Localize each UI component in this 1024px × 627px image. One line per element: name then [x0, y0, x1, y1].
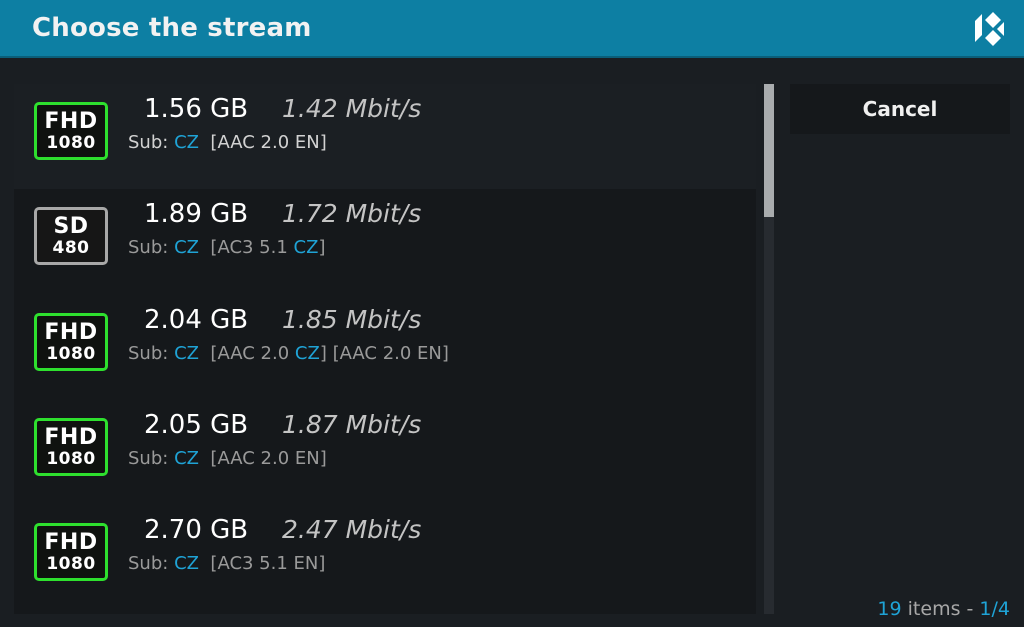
- stream-list-item[interactable]: SD 480 1.89 GB 1.72 Mbit/s Sub: CZ [AC3 …: [14, 189, 756, 294]
- stream-size: 2.70 GB: [144, 515, 249, 545]
- stream-list-item[interactable]: FHD 1080 1.56 GB 1.42 Mbit/s Sub: CZ [AA…: [14, 84, 756, 189]
- stream-bitrate: 1.72 Mbit/s: [282, 199, 422, 228]
- stream-size: 2.04 GB: [144, 305, 249, 335]
- stream-bitrate: 1.85 Mbit/s: [282, 305, 422, 334]
- stream-details: Sub: CZ [AC3 5.1 CZ]: [128, 237, 326, 258]
- list-scrollbar[interactable]: [764, 84, 774, 614]
- stream-details: Sub: CZ [AC3 5.1 EN]: [128, 553, 326, 574]
- items-counter: 19 items - 1/4: [877, 598, 1010, 620]
- stream-size: 1.89 GB: [144, 199, 249, 229]
- fhd-1080-badge-icon: FHD 1080: [34, 418, 108, 476]
- stream-list-item[interactable]: FHD 1080 2.05 GB 1.87 Mbit/s Sub: CZ [AA…: [14, 400, 756, 505]
- cancel-button[interactable]: Cancel: [790, 84, 1010, 134]
- kodi-logo-icon: [975, 12, 1004, 46]
- stream-bitrate: 1.42 Mbit/s: [282, 94, 422, 123]
- stream-list-item[interactable]: FHD 1080 2.70 GB 2.47 Mbit/s Sub: CZ [AC…: [14, 505, 756, 610]
- fhd-1080-badge-icon: FHD 1080: [34, 523, 108, 581]
- scrollbar-thumb[interactable]: [764, 84, 774, 217]
- stream-details: Sub: CZ [AAC 2.0 EN]: [128, 448, 327, 469]
- stream-size: 2.05 GB: [144, 410, 249, 440]
- dialog-title: Choose the stream: [32, 13, 312, 43]
- stream-bitrate: 1.87 Mbit/s: [282, 410, 422, 439]
- stream-details: Sub: CZ [AAC 2.0 EN]: [128, 132, 327, 153]
- stream-bitrate: 2.47 Mbit/s: [282, 515, 422, 544]
- dialog-header: Choose the stream: [0, 0, 1024, 58]
- sd-480-badge-icon: SD 480: [34, 207, 108, 265]
- stream-details: Sub: CZ [AAC 2.0 CZ] [AAC 2.0 EN]: [128, 343, 449, 364]
- fhd-1080-badge-icon: FHD 1080: [34, 102, 108, 160]
- stream-list[interactable]: FHD 1080 1.56 GB 1.42 Mbit/s Sub: CZ [AA…: [14, 84, 756, 614]
- stream-list-item[interactable]: FHD 1080 2.04 GB 1.85 Mbit/s Sub: CZ [AA…: [14, 295, 756, 400]
- fhd-1080-badge-icon: FHD 1080: [34, 313, 108, 371]
- stream-size: 1.56 GB: [144, 94, 249, 124]
